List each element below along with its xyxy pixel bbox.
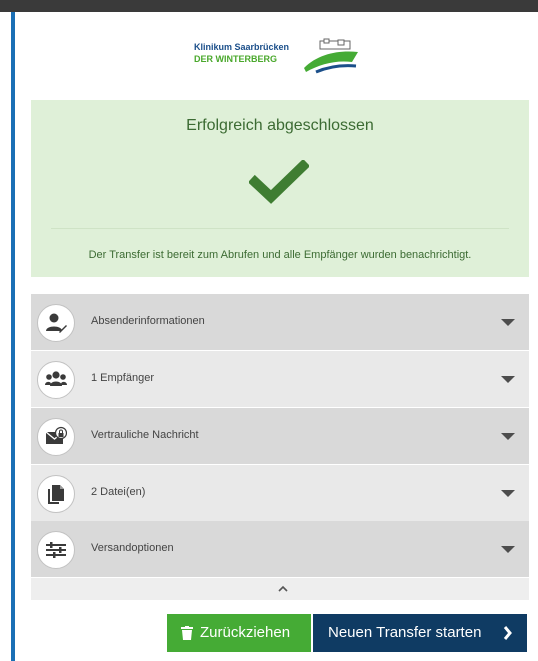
chevron-down-icon[interactable]	[501, 376, 515, 383]
logo-line-1: Klinikum Saarbrücken	[194, 42, 290, 52]
chevron-up-icon[interactable]	[278, 584, 288, 592]
section-label: 2 Datei(en)	[91, 486, 146, 498]
section-sender-info[interactable]: Absenderinformationen	[31, 294, 529, 350]
section-icon-circle	[37, 304, 75, 342]
checkmark-icon	[249, 160, 309, 204]
collapse-all-toggle[interactable]	[31, 578, 529, 600]
logo-emblem-icon	[304, 38, 358, 74]
section-icon-circle	[37, 361, 75, 399]
section-label: 1 Empfänger	[91, 372, 154, 384]
section-icon-circle	[37, 418, 75, 456]
section-label: Versandoptionen	[91, 542, 174, 554]
retract-button[interactable]: Zurückziehen	[167, 614, 311, 652]
user-edit-icon	[46, 313, 67, 333]
section-files[interactable]: 2 Datei(en)	[31, 465, 529, 521]
chevron-down-icon[interactable]	[501, 490, 515, 497]
start-new-transfer-label: Neuen Transfer starten	[328, 624, 482, 641]
users-icon	[45, 371, 67, 386]
section-recipients[interactable]: 1 Empfänger	[31, 351, 529, 407]
sliders-icon	[46, 542, 66, 558]
trash-icon	[181, 626, 193, 640]
chevron-down-icon[interactable]	[501, 433, 515, 440]
logo-line-2: DER WINTERBERG	[194, 54, 277, 64]
section-icon-circle	[37, 531, 75, 569]
success-divider	[51, 228, 509, 229]
lock-envelope-icon	[45, 426, 67, 444]
window-top-bar	[0, 0, 538, 12]
success-message: Der Transfer ist bereit zum Abrufen und …	[88, 249, 472, 261]
section-icon-circle	[37, 475, 75, 513]
success-title: Erfolgreich abgeschlossen	[186, 117, 374, 134]
section-label: Absenderinformationen	[91, 315, 205, 327]
retract-button-label: Zurückziehen	[200, 624, 291, 641]
left-accent-bar	[11, 12, 15, 661]
success-panel: Erfolgreich abgeschlossen Der Transfer i…	[31, 100, 529, 277]
chevron-right-icon	[503, 626, 512, 640]
start-new-transfer-button[interactable]: Neuen Transfer starten	[313, 614, 527, 652]
files-icon	[48, 485, 64, 504]
section-send-options[interactable]: Versandoptionen	[31, 521, 529, 577]
hospital-logo: Klinikum Saarbrücken DER WINTERBERG	[192, 32, 362, 80]
section-label: Vertrauliche Nachricht	[91, 429, 199, 441]
chevron-down-icon[interactable]	[501, 546, 515, 553]
section-confidential-message[interactable]: Vertrauliche Nachricht	[31, 408, 529, 464]
chevron-down-icon[interactable]	[501, 319, 515, 326]
